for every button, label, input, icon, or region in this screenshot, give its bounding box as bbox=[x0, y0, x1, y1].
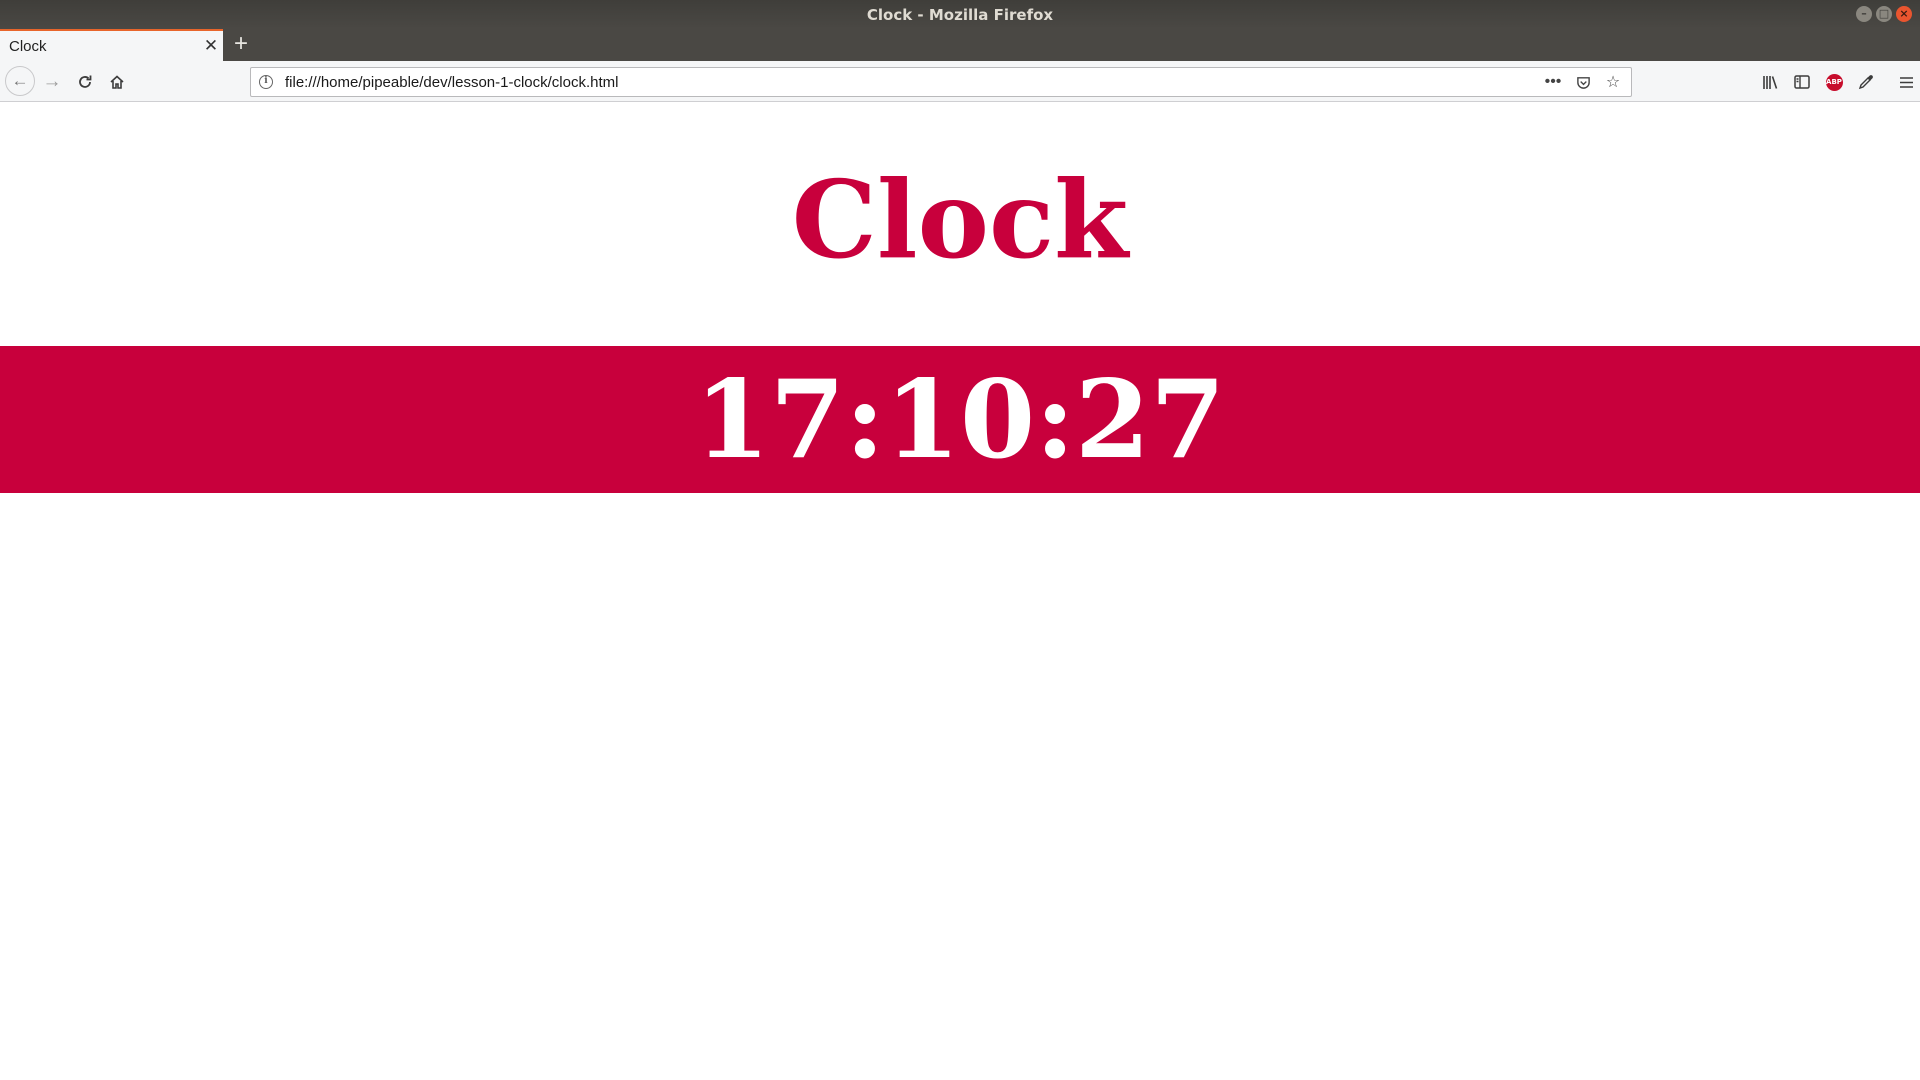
forward-icon[interactable]: → bbox=[38, 68, 66, 96]
eyedropper-icon[interactable] bbox=[1852, 68, 1880, 96]
navigation-toolbar: ← → i file:///home/pipeable/dev/lesson-1… bbox=[0, 61, 1920, 102]
menu-icon[interactable] bbox=[1892, 68, 1920, 96]
close-tab-icon[interactable]: ✕ bbox=[199, 36, 223, 56]
page-actions-icon[interactable]: ••• bbox=[1541, 70, 1565, 94]
sidebar-icon[interactable] bbox=[1788, 68, 1816, 96]
library-icon[interactable] bbox=[1756, 68, 1784, 96]
new-tab-button[interactable]: + bbox=[229, 31, 253, 59]
clock-display: 17:10:27 bbox=[0, 346, 1920, 493]
clock-time: 17:10:27 bbox=[694, 356, 1226, 483]
tab-strip: Clock ✕ + bbox=[0, 29, 1920, 61]
tab-clock[interactable]: Clock ✕ bbox=[0, 29, 223, 61]
close-window-button[interactable]: × bbox=[1896, 6, 1912, 22]
page-content: Clock 17:10:27 bbox=[0, 102, 1920, 1080]
window-controls: – □ × bbox=[1856, 6, 1912, 22]
page-info-icon[interactable]: i bbox=[251, 67, 281, 97]
tab-title: Clock bbox=[9, 37, 47, 55]
home-icon[interactable] bbox=[103, 68, 131, 96]
bookmark-star-icon[interactable]: ☆ bbox=[1601, 70, 1625, 94]
maximize-button[interactable]: □ bbox=[1876, 6, 1892, 22]
pocket-icon[interactable] bbox=[1571, 70, 1595, 94]
window-title: Clock - Mozilla Firefox bbox=[866, 5, 1054, 24]
url-text[interactable]: file:///home/pipeable/dev/lesson-1-clock… bbox=[281, 74, 1541, 91]
page-title: Clock bbox=[791, 158, 1129, 283]
window-titlebar: Clock - Mozilla Firefox – □ × bbox=[0, 0, 1920, 29]
back-icon[interactable]: ← bbox=[5, 66, 35, 96]
address-bar[interactable]: i file:///home/pipeable/dev/lesson-1-clo… bbox=[250, 67, 1632, 97]
adblock-plus-icon[interactable]: ABP bbox=[1820, 68, 1848, 96]
reload-icon[interactable] bbox=[71, 68, 99, 96]
minimize-button[interactable]: – bbox=[1856, 6, 1872, 22]
